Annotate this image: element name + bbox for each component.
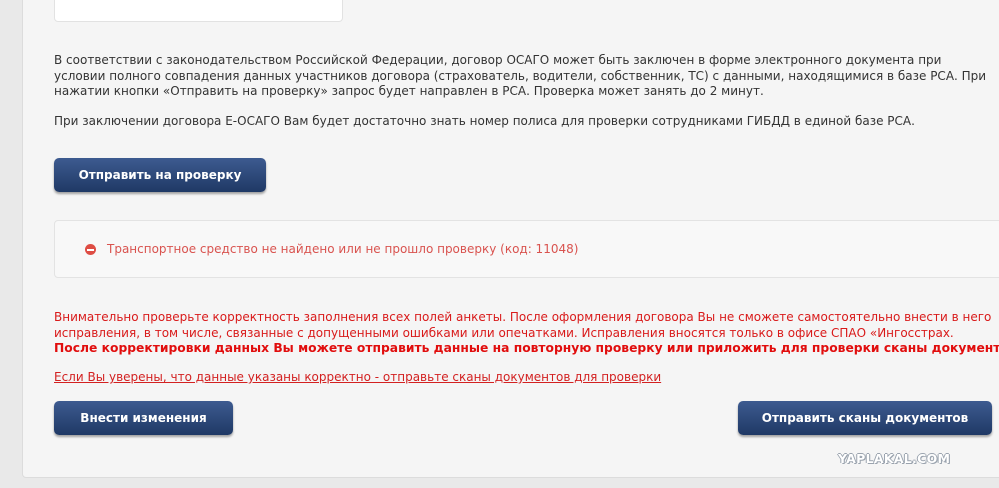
send-scans-button[interactable]: Отправить сканы документов [738, 401, 992, 435]
warning-bold-text: После корректировки данных Вы можете отп… [54, 341, 999, 355]
warning-text: Внимательно проверьте корректность запол… [54, 310, 992, 340]
top-input-field[interactable] [54, 0, 343, 22]
info-paragraph-rsa: В соответствии с законодательством Росси… [54, 53, 987, 98]
info-paragraph-eosago: При заключении договора Е-ОСАГО Вам буде… [54, 114, 915, 128]
edit-button[interactable]: Внести изменения [54, 401, 233, 435]
send-check-button[interactable]: Отправить на проверку [54, 158, 266, 192]
error-text: Транспортное средство не найдено или не … [107, 242, 579, 256]
minus-circle-icon [85, 244, 96, 255]
watermark-logo: YAPLAKAL.COM [838, 451, 951, 466]
error-message-box: Транспортное средство не найдено или не … [54, 220, 999, 278]
send-scans-link[interactable]: Если Вы уверены, что данные указаны корр… [54, 370, 661, 384]
